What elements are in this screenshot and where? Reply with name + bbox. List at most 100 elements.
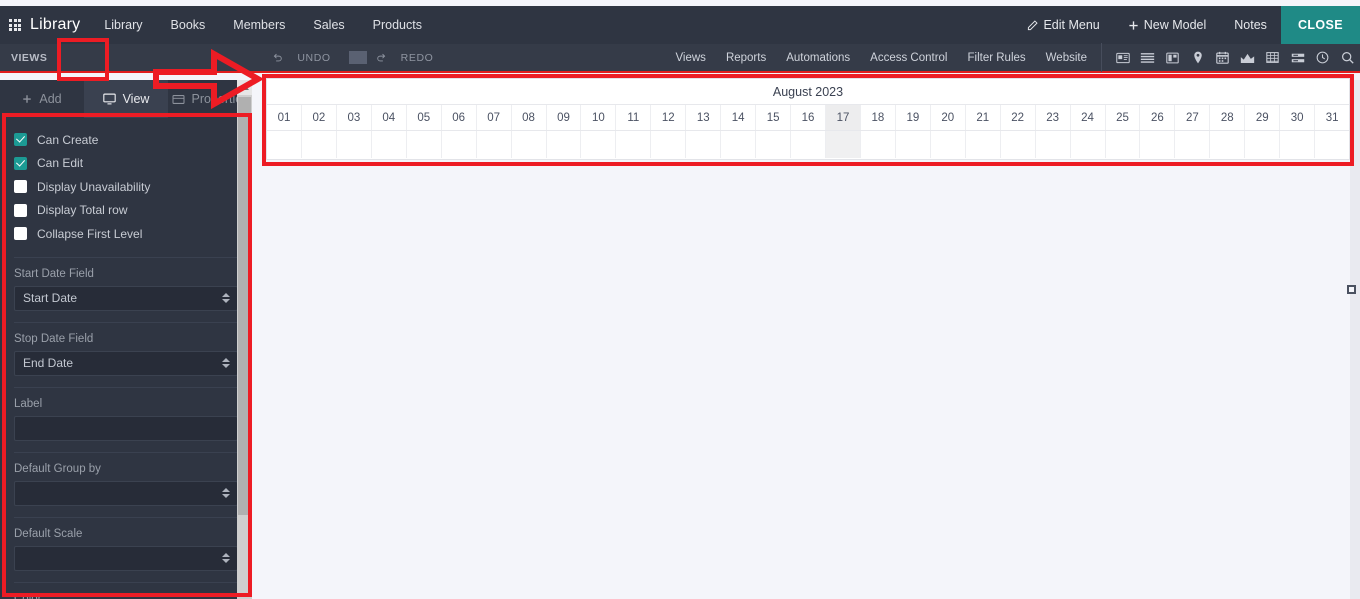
resize-handle[interactable] (1347, 285, 1356, 294)
gantt-day-cell-08[interactable] (512, 131, 547, 158)
panel-tab-add[interactable]: Add (0, 80, 84, 118)
checkbox-display-unavailability[interactable]: Display Unavailability (14, 175, 238, 199)
toolbar-item-automations[interactable]: Automations (776, 52, 860, 64)
gantt-day-header-01[interactable]: 01 (267, 105, 302, 130)
gantt-day-header-11[interactable]: 11 (616, 105, 652, 130)
gantt-day-cell-11[interactable] (616, 131, 652, 158)
gantt-day-header-23[interactable]: 23 (1036, 105, 1071, 130)
undo-button[interactable]: UNDO (263, 52, 348, 64)
nav-item-members[interactable]: Members (219, 6, 299, 44)
gantt-day-cell-09[interactable] (547, 131, 582, 158)
gantt-day-header-27[interactable]: 27 (1175, 105, 1211, 130)
gantt-day-cell-15[interactable] (756, 131, 792, 158)
views-label[interactable]: VIEWS (0, 52, 58, 64)
checkbox-can-create[interactable]: Can Create (14, 128, 238, 152)
gantt-day-cell-05[interactable] (407, 131, 442, 158)
toolbar-item-filter-rules[interactable]: Filter Rules (958, 52, 1036, 64)
gantt-day-cell-31[interactable] (1315, 131, 1349, 158)
panel-scrollbar[interactable] (237, 80, 252, 599)
field-label-input[interactable] (14, 415, 238, 441)
chart-area-icon[interactable] (1235, 43, 1260, 72)
gantt-day-cell-22[interactable] (1001, 131, 1036, 158)
gantt-day-header-22[interactable]: 22 (1001, 105, 1036, 130)
checkbox-display-total-row-box[interactable] (14, 203, 27, 217)
gantt-day-header-14[interactable]: 14 (721, 105, 757, 130)
gantt-day-cell-02[interactable] (302, 131, 337, 158)
app-grid-icon[interactable] (9, 19, 21, 31)
gantt-day-cell-27[interactable] (1175, 131, 1211, 158)
gantt-day-header-16[interactable]: 16 (791, 105, 826, 130)
gantt-day-cell-17[interactable] (826, 131, 861, 158)
gantt-day-cell-30[interactable] (1280, 131, 1316, 158)
right-scroll-gutter[interactable] (1350, 80, 1360, 599)
gantt-day-header-05[interactable]: 05 (407, 105, 442, 130)
gantt-day-header-08[interactable]: 08 (512, 105, 547, 130)
rows-icon[interactable] (1285, 43, 1310, 72)
toolbar-item-reports[interactable]: Reports (716, 52, 776, 64)
gantt-day-header-02[interactable]: 02 (302, 105, 337, 130)
gantt-day-cell-07[interactable] (477, 131, 512, 158)
gantt-day-header-04[interactable]: 04 (372, 105, 407, 130)
nav-item-library[interactable]: Library (90, 6, 156, 44)
gantt-day-header-25[interactable]: 25 (1106, 105, 1141, 130)
redo-button[interactable]: REDO (367, 52, 452, 64)
gantt-day-header-12[interactable]: 12 (651, 105, 687, 130)
gantt-day-header-29[interactable]: 29 (1245, 105, 1281, 130)
field-start-date-select[interactable]: Start Date (14, 285, 238, 311)
grid-table-icon[interactable] (1260, 43, 1285, 72)
edit-menu-button[interactable]: Edit Menu (1013, 6, 1113, 44)
gantt-day-header-03[interactable]: 03 (337, 105, 372, 130)
nav-item-books[interactable]: Books (157, 6, 220, 44)
gantt-day-header-18[interactable]: 18 (861, 105, 896, 130)
notes-button[interactable]: Notes (1220, 6, 1281, 44)
gantt-day-cell-19[interactable] (896, 131, 931, 158)
gantt-day-header-09[interactable]: 09 (547, 105, 582, 130)
brand[interactable]: Library (0, 16, 90, 34)
checkbox-can-create-box[interactable] (14, 133, 27, 147)
scrollbar-thumb[interactable] (238, 97, 251, 515)
list-icon[interactable] (1135, 43, 1160, 72)
toolbar-item-website[interactable]: Website (1036, 52, 1097, 64)
gantt-day-cell-26[interactable] (1140, 131, 1176, 158)
nav-item-products[interactable]: Products (359, 6, 436, 44)
gantt-day-cell-25[interactable] (1106, 131, 1141, 158)
gantt-day-cell-12[interactable] (651, 131, 687, 158)
gantt-day-cell-01[interactable] (267, 131, 302, 158)
gantt-day-cell-23[interactable] (1036, 131, 1071, 158)
gantt-day-header-07[interactable]: 07 (477, 105, 512, 130)
gantt-day-header-13[interactable]: 13 (686, 105, 722, 130)
close-button[interactable]: CLOSE (1280, 6, 1360, 44)
clock-icon[interactable] (1310, 43, 1335, 72)
gantt-day-cell-06[interactable] (442, 131, 477, 158)
gantt-day-cell-04[interactable] (372, 131, 407, 158)
gantt-day-header-17[interactable]: 17 (826, 105, 861, 130)
gantt-day-header-21[interactable]: 21 (966, 105, 1001, 130)
gantt-day-cell-24[interactable] (1071, 131, 1106, 158)
panel-tab-view[interactable]: View (84, 80, 168, 118)
gantt-day-cell-16[interactable] (791, 131, 826, 158)
gantt-day-cell-10[interactable] (581, 131, 617, 158)
gantt-day-header-06[interactable]: 06 (442, 105, 477, 130)
gantt-day-cell-03[interactable] (337, 131, 372, 158)
gantt-day-header-10[interactable]: 10 (581, 105, 617, 130)
gantt-day-header-26[interactable]: 26 (1140, 105, 1176, 130)
kanban-icon[interactable] (1160, 43, 1185, 72)
field-default-group-by-select[interactable] (14, 480, 238, 506)
gantt-day-cell-13[interactable] (686, 131, 722, 158)
toolbar-item-views[interactable]: Views (665, 52, 715, 64)
gantt-day-header-30[interactable]: 30 (1280, 105, 1316, 130)
field-stop-date-select[interactable]: End Date (14, 350, 238, 376)
checkbox-can-edit[interactable]: Can Edit (14, 152, 238, 176)
checkbox-display-total-row[interactable]: Display Total row (14, 199, 238, 223)
gantt-day-cell-14[interactable] (721, 131, 757, 158)
gantt-day-cell-21[interactable] (966, 131, 1001, 158)
gantt-day-header-15[interactable]: 15 (756, 105, 792, 130)
checkbox-collapse-first-level-box[interactable] (14, 227, 27, 241)
map-pin-icon[interactable] (1185, 43, 1210, 72)
gantt-day-header-28[interactable]: 28 (1210, 105, 1246, 130)
gantt-day-header-19[interactable]: 19 (896, 105, 931, 130)
search-icon[interactable] (1335, 43, 1360, 72)
gantt-day-cell-28[interactable] (1210, 131, 1246, 158)
calendar-icon[interactable] (1210, 43, 1235, 72)
nav-item-sales[interactable]: Sales (299, 6, 358, 44)
